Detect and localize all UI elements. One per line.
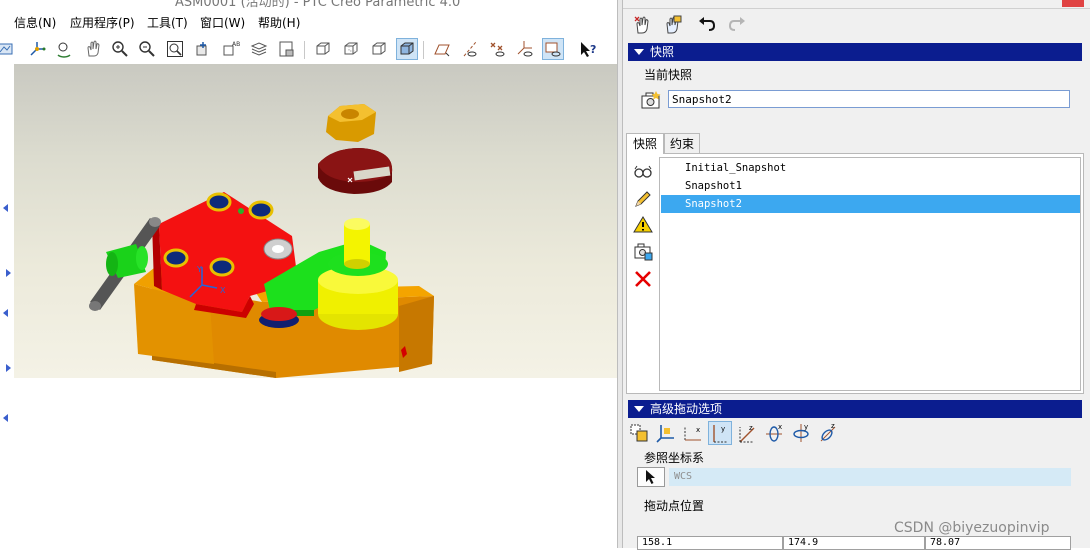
y-axis-drag-icon[interactable]: y xyxy=(708,421,732,445)
layers-icon[interactable] xyxy=(248,38,270,60)
assembly-model[interactable]: Y X xyxy=(14,64,617,378)
list-item[interactable]: Initial_Snapshot xyxy=(661,159,1080,177)
csys-icon[interactable] xyxy=(26,38,48,60)
svg-text:y: y xyxy=(721,425,725,433)
rotate-z-icon[interactable]: z xyxy=(816,421,840,445)
point-display-icon[interactable] xyxy=(487,38,509,60)
list-item-selected[interactable]: Snapshot2 xyxy=(661,195,1080,213)
app-titlebar: ASM0001 (活动的) - PTC Creo Parametric 4.0 xyxy=(0,0,617,8)
menu-tools[interactable]: 工具(T) xyxy=(147,14,188,31)
collapse-icon xyxy=(634,406,644,412)
svg-text:z: z xyxy=(831,422,835,430)
undo-icon[interactable] xyxy=(695,14,719,36)
show-snapshot-icon[interactable] xyxy=(632,160,654,182)
graphics-area-blank xyxy=(14,378,617,548)
drag-view-icon[interactable] xyxy=(192,38,214,60)
pan-icon[interactable] xyxy=(82,38,104,60)
expand-arrow-icon[interactable] xyxy=(6,269,11,277)
advanced-drag-section-header[interactable]: 高级拖动选项 xyxy=(628,400,1082,418)
drag-components-panel: 快照 当前快照 Snapshot2 快照 约束 Initial_Snapshot… xyxy=(623,0,1090,550)
arrow-pointer-icon xyxy=(646,470,655,484)
close-button[interactable] xyxy=(1062,0,1084,7)
tab-constraints[interactable]: 约束 xyxy=(664,133,700,153)
menu-applications[interactable]: 应用程序(P) xyxy=(70,14,135,31)
collapse-arrow-icon[interactable] xyxy=(3,309,8,317)
rotate-x-icon[interactable]: x xyxy=(762,421,786,445)
saved-orientation-icon[interactable] xyxy=(276,38,298,60)
menu-help[interactable]: 帮助(H) xyxy=(258,14,300,31)
shaded-icon[interactable] xyxy=(396,38,418,60)
z-axis-drag-icon[interactable]: z xyxy=(735,421,759,445)
drag-point-label: 拖动点位置 xyxy=(644,499,705,513)
view-icon[interactable] xyxy=(0,38,16,60)
svg-text:x: x xyxy=(696,426,700,434)
menu-bar: 信息(N) 应用程序(P) 工具(T) 窗口(W) 帮助(H) xyxy=(0,10,617,34)
snapshot-section-title: 快照 xyxy=(650,45,675,59)
no-hidden-icon[interactable] xyxy=(368,38,390,60)
zoom-in-icon[interactable] xyxy=(109,38,131,60)
menu-info[interactable]: 信息(N) xyxy=(14,14,56,31)
collapse-arrow-icon[interactable] xyxy=(3,414,8,422)
svg-text:?: ? xyxy=(590,43,596,56)
snapshot-drag-icon[interactable] xyxy=(627,421,651,445)
wireframe-icon[interactable] xyxy=(312,38,334,60)
x-axis-drag-icon[interactable]: x xyxy=(681,421,705,445)
refit-icon[interactable] xyxy=(164,38,186,60)
csys-label-x: X xyxy=(220,286,226,295)
redo-icon xyxy=(725,14,749,36)
drag-packaged-icon[interactable] xyxy=(631,14,655,36)
current-snapshot-label: 当前快照 xyxy=(644,68,693,82)
snapshot-section-header[interactable]: 快照 xyxy=(628,43,1082,61)
list-item[interactable]: Snapshot1 xyxy=(661,177,1080,195)
tab-snapshots[interactable]: 快照 xyxy=(626,133,664,154)
drag-point-icon[interactable] xyxy=(661,14,685,36)
left-edge-strip xyxy=(0,64,14,548)
advanced-drag-section-title: 高级拖动选项 xyxy=(650,402,723,416)
take-snapshot-icon[interactable] xyxy=(632,240,654,262)
csys-label-y: Y xyxy=(196,265,202,274)
collapse-arrow-icon[interactable] xyxy=(3,204,8,212)
spin-center-display-icon[interactable] xyxy=(542,38,564,60)
collapse-icon xyxy=(634,49,644,55)
app-title: ASM0001 (活动的) - PTC Creo Parametric 4.0 xyxy=(175,0,461,8)
graphics-toolbar: AB ? xyxy=(0,36,617,65)
svg-text:AB: AB xyxy=(232,41,240,48)
edit-snapshot-icon[interactable] xyxy=(632,188,654,210)
zoom-out-icon[interactable] xyxy=(136,38,158,60)
expand-arrow-icon[interactable] xyxy=(6,364,11,372)
axis-display-icon[interactable] xyxy=(459,38,481,60)
current-snapshot-input[interactable]: Snapshot2 xyxy=(668,90,1070,108)
hidden-line-icon[interactable] xyxy=(340,38,362,60)
plane-display-icon[interactable] xyxy=(431,38,453,60)
ref-csys-field[interactable]: WCS xyxy=(669,468,1071,486)
svg-text:y: y xyxy=(804,423,808,431)
help-icon[interactable]: ? xyxy=(577,38,599,60)
warning-icon[interactable] xyxy=(632,214,654,236)
rotate-y-icon[interactable]: y xyxy=(789,421,813,445)
svg-text:x: x xyxy=(778,423,782,431)
ref-csys-label: 参照坐标系 xyxy=(644,451,705,465)
graphics-area[interactable]: Y X xyxy=(14,64,617,378)
menu-window[interactable]: 窗口(W) xyxy=(200,14,245,31)
named-view-icon[interactable]: AB xyxy=(220,38,242,60)
svg-text:z: z xyxy=(749,424,753,432)
select-reference-button[interactable] xyxy=(637,467,665,487)
panel-titlebar xyxy=(623,0,1090,9)
camera-icon[interactable] xyxy=(640,90,662,110)
csys-display-icon[interactable] xyxy=(514,38,536,60)
watermark: CSDN @biyezuopinvip xyxy=(894,520,1050,536)
spin-center-icon[interactable] xyxy=(53,38,75,60)
delete-icon[interactable] xyxy=(632,268,654,290)
snapshot-list[interactable]: Initial_Snapshot Snapshot1 Snapshot2 xyxy=(659,157,1081,391)
csys-drag-icon[interactable] xyxy=(654,421,678,445)
